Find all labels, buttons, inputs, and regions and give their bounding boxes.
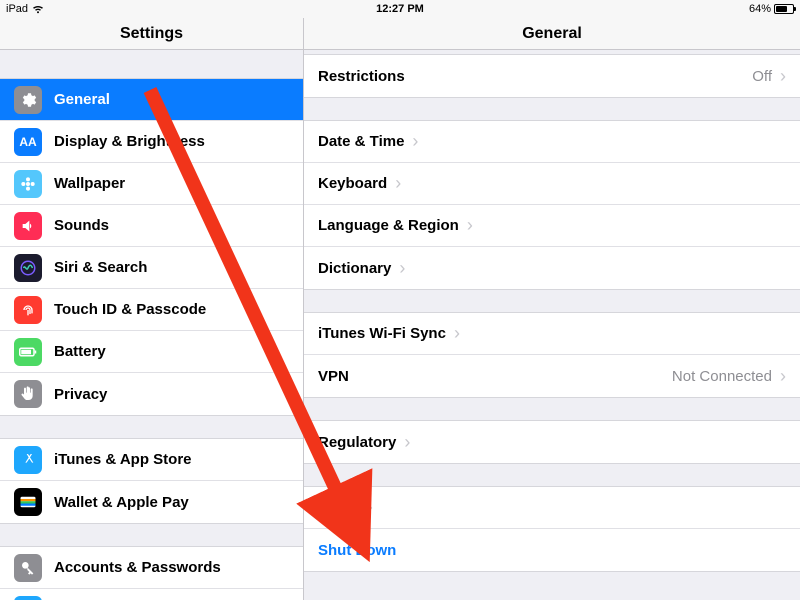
chevron-right-icon: ›: [404, 432, 410, 453]
fingerprint-icon: [14, 296, 42, 324]
AA-icon: AA: [14, 128, 42, 156]
speaker-icon: [14, 212, 42, 240]
sidebar-item-label: Privacy: [54, 386, 107, 403]
chevron-right-icon: ›: [367, 497, 373, 518]
detail-row-dict[interactable]: Dictionary ›: [304, 247, 800, 289]
row-label: Restrictions: [318, 68, 405, 85]
sidebar-item-label: Display & Brightness: [54, 133, 205, 150]
sidebar-title: Settings: [0, 18, 304, 49]
sidebar-item-siri[interactable]: Siri & Search: [0, 247, 303, 289]
row-label: Date & Time: [318, 133, 404, 150]
battery-icon: [14, 338, 42, 366]
mail-icon: [14, 596, 42, 600]
detail-panel[interactable]: RestrictionsOff›Date & Time›Keyboard›Lan…: [304, 50, 800, 600]
chevron-right-icon: ›: [454, 323, 460, 344]
row-value: Off: [752, 68, 772, 85]
key-icon: [14, 554, 42, 582]
detail-row-vpn[interactable]: VPN Not Connected ›: [304, 355, 800, 397]
sidebar-item-sounds[interactable]: Sounds: [0, 205, 303, 247]
chevron-right-icon: ›: [780, 366, 786, 387]
chevron-right-icon: ›: [467, 215, 473, 236]
sidebar-item-privacy[interactable]: Privacy: [0, 373, 303, 415]
sidebar-item-label: Touch ID & Passcode: [54, 301, 206, 318]
wifi-icon: [32, 5, 44, 14]
sidebar-item-wallpaper[interactable]: Wallpaper: [0, 163, 303, 205]
row-label: VPN: [318, 368, 349, 385]
chevron-right-icon: ›: [412, 131, 418, 152]
row-label: Dictionary: [318, 260, 391, 277]
detail-row-regulatory[interactable]: Regulatory ›: [304, 421, 800, 463]
detail-row-wifisync[interactable]: iTunes Wi-Fi Sync ›: [304, 313, 800, 355]
sidebar-item-label: iTunes & App Store: [54, 451, 192, 468]
sidebar-item-accounts[interactable]: Accounts & Passwords: [0, 547, 303, 589]
row-label: Shut Down: [318, 542, 396, 559]
appstore-icon: [14, 446, 42, 474]
detail-row-shutdown[interactable]: Shut Down: [304, 529, 800, 571]
flower-icon: [14, 170, 42, 198]
chevron-right-icon: ›: [399, 258, 405, 279]
detail-row-keyboard[interactable]: Keyboard ›: [304, 163, 800, 205]
wallet-icon: [14, 488, 42, 516]
detail-row-datetime[interactable]: Date & Time ›: [304, 121, 800, 163]
header-row: Settings General: [0, 18, 800, 50]
battery-icon: [774, 4, 794, 14]
sidebar-item-itunes[interactable]: iTunes & App Store: [0, 439, 303, 481]
row-label: Keyboard: [318, 175, 387, 192]
detail-title: General: [304, 18, 800, 49]
sidebar-item-battery[interactable]: Battery: [0, 331, 303, 373]
sidebar-item-label: Wallpaper: [54, 175, 125, 192]
gear-icon: [14, 86, 42, 114]
chevron-right-icon: ›: [395, 173, 401, 194]
hand-icon: [14, 380, 42, 408]
detail-row-restrictions[interactable]: Restrictions Off ›: [304, 55, 800, 97]
sidebar-item-label: Wallet & Apple Pay: [54, 494, 189, 511]
sidebar-item-label: Siri & Search: [54, 259, 147, 276]
sidebar-item-label: Battery: [54, 343, 106, 360]
sidebar-item-mail[interactable]: Mail: [0, 589, 303, 600]
row-label: Reset: [318, 499, 359, 516]
row-label: iTunes Wi-Fi Sync: [318, 325, 446, 342]
sidebar-item-label: Sounds: [54, 217, 109, 234]
status-time: 12:27 PM: [376, 3, 424, 15]
sidebar-item-label: Accounts & Passwords: [54, 559, 221, 576]
status-bar: iPad 12:27 PM 64%: [0, 0, 800, 18]
sidebar-item-label: General: [54, 91, 110, 108]
row-label: Regulatory: [318, 434, 396, 451]
sidebar-item-general[interactable]: General: [0, 79, 303, 121]
detail-row-langreg[interactable]: Language & Region ›: [304, 205, 800, 247]
row-label: Language & Region: [318, 217, 459, 234]
detail-row-reset[interactable]: Reset ›: [304, 487, 800, 529]
chevron-right-icon: ›: [780, 66, 786, 87]
device-label: iPad: [6, 3, 28, 15]
sidebar-item-wallet[interactable]: Wallet & Apple Pay: [0, 481, 303, 523]
settings-sidebar[interactable]: General AA Display & Brightness Wallpaper So…: [0, 50, 304, 600]
sidebar-item-display[interactable]: AA Display & Brightness: [0, 121, 303, 163]
row-value: Not Connected: [672, 368, 772, 385]
battery-percent: 64%: [749, 3, 771, 15]
sidebar-item-touchid[interactable]: Touch ID & Passcode: [0, 289, 303, 331]
siri-icon: [14, 254, 42, 282]
